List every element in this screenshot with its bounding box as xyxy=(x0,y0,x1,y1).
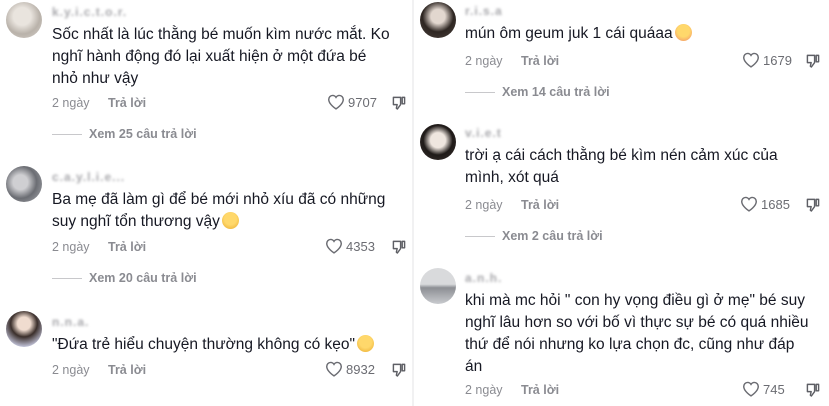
view-replies-button[interactable]: Xem 20 câu trả lời xyxy=(52,271,197,285)
like-button[interactable]: 4353 xyxy=(325,238,375,254)
like-button[interactable]: 745 xyxy=(742,381,785,397)
comment-line: "Đứa trẻ hiểu chuyện thường không có kẹo… xyxy=(52,334,375,356)
username[interactable]: a.n.h. xyxy=(465,271,502,285)
comment-text: Ba mẹ đã làm gì để bé mới nhỏ xíu đã có … xyxy=(52,189,385,233)
dislike-icon[interactable] xyxy=(391,362,407,378)
user-avatar[interactable] xyxy=(6,166,42,202)
comment-line: khi mà mc hỏi " con hy vọng điều gì ở mẹ… xyxy=(465,292,805,309)
view-replies-label: Xem 14 câu trả lời xyxy=(502,85,610,99)
user-avatar[interactable] xyxy=(6,2,42,38)
smiling-face-with-hearts-icon xyxy=(674,24,692,41)
comment-text: Sốc nhất là lúc thằng bé muốn kìm nước m… xyxy=(52,24,390,90)
heart-icon xyxy=(740,196,758,212)
comment-time: 2 ngày xyxy=(465,383,503,397)
like-button[interactable]: 1679 xyxy=(742,52,792,68)
heart-icon xyxy=(742,52,760,68)
divider-line xyxy=(52,277,82,279)
comment-time: 2 ngày xyxy=(465,54,503,68)
comment-line: Sốc nhất là lúc thằng bé muốn kìm nước m… xyxy=(52,26,390,43)
username[interactable]: c.a.y.l.i.e... xyxy=(52,170,125,184)
comment-text: mún ôm geum juk 1 cái quáaa xyxy=(465,23,692,45)
comment-line: thứ để nói nhưng ko lựa chọn đc, cũng nh… xyxy=(465,336,795,353)
comment-line: Ba mẹ đã làm gì để bé mới nhỏ xíu đã có … xyxy=(52,191,386,208)
comment-line: án xyxy=(465,358,483,375)
reply-button[interactable]: Trả lời xyxy=(521,383,559,397)
comment-text: "Đứa trẻ hiểu chuyện thường không có kẹo… xyxy=(52,334,375,356)
comment-line: nghĩ lâu hơn so với bố vì thực sự bé có … xyxy=(465,314,809,331)
divider-line xyxy=(465,235,495,237)
heart-icon xyxy=(325,238,343,254)
reply-button[interactable]: Trả lời xyxy=(108,96,146,110)
comment-time: 2 ngày xyxy=(52,240,90,254)
like-count: 8932 xyxy=(346,361,375,377)
username[interactable]: k.y.i.c.t.o.r. xyxy=(52,5,127,19)
comment-line: trời ạ cái cách thằng bé kìm nén cảm xúc… xyxy=(465,147,778,164)
like-button[interactable]: 8932 xyxy=(325,361,375,377)
like-count: 4353 xyxy=(346,238,375,254)
reply-button[interactable]: Trả lời xyxy=(521,198,559,212)
like-count: 1685 xyxy=(761,196,790,212)
heart-icon xyxy=(325,361,343,377)
pleading-face-icon xyxy=(221,212,239,229)
divider-line xyxy=(465,91,495,93)
dislike-icon[interactable] xyxy=(805,382,821,398)
dislike-icon[interactable] xyxy=(391,95,407,111)
comment-column-right: r.i.s.a mún ôm geum juk 1 cái quáaa 2 ng… xyxy=(413,0,829,406)
comment-line: mình, xót quá xyxy=(465,169,559,186)
view-replies-label: Xem 25 câu trả lời xyxy=(89,127,197,141)
heart-icon xyxy=(327,94,345,110)
like-count: 9707 xyxy=(348,94,377,110)
username[interactable]: n.n.a. xyxy=(52,315,89,329)
dislike-icon[interactable] xyxy=(805,197,821,213)
comment-line: suy nghĩ tổn thương vậy xyxy=(52,211,385,233)
comment-line: nghĩ hành động đó lại xuất hiện ở một đứ… xyxy=(52,48,367,65)
divider-line xyxy=(52,133,82,135)
username[interactable]: v.i.e.t xyxy=(465,126,502,140)
comment-text: khi mà mc hỏi " con hy vọng điều gì ở mẹ… xyxy=(465,290,809,378)
view-replies-label: Xem 2 câu trả lời xyxy=(502,229,603,243)
comment-line: nhỏ như vậy xyxy=(52,70,139,87)
view-replies-button[interactable]: Xem 2 câu trả lời xyxy=(465,229,603,243)
comment-line: mún ôm geum juk 1 cái quáaa xyxy=(465,23,692,45)
user-avatar[interactable] xyxy=(420,2,456,38)
pleading-face-icon xyxy=(357,335,375,352)
view-replies-label: Xem 20 câu trả lời xyxy=(89,271,197,285)
like-button[interactable]: 1685 xyxy=(740,196,790,212)
comment-time: 2 ngày xyxy=(52,96,90,110)
dislike-icon[interactable] xyxy=(391,239,407,255)
heart-icon xyxy=(742,381,760,397)
reply-button[interactable]: Trả lời xyxy=(521,54,559,68)
like-count: 745 xyxy=(763,381,785,397)
comment-column-left: k.y.i.c.t.o.r. Sốc nhất là lúc thằng bé … xyxy=(0,0,413,406)
like-button[interactable]: 9707 xyxy=(327,94,377,110)
view-replies-button[interactable]: Xem 14 câu trả lời xyxy=(465,85,610,99)
username[interactable]: r.i.s.a xyxy=(465,4,503,18)
comment-text: trời ạ cái cách thằng bé kìm nén cảm xúc… xyxy=(465,145,778,189)
reply-button[interactable]: Trả lời xyxy=(108,240,146,254)
user-avatar[interactable] xyxy=(420,124,456,160)
like-count: 1679 xyxy=(763,52,792,68)
view-replies-button[interactable]: Xem 25 câu trả lời xyxy=(52,127,197,141)
reply-button[interactable]: Trả lời xyxy=(108,363,146,377)
comment-time: 2 ngày xyxy=(52,363,90,377)
user-avatar[interactable] xyxy=(420,268,456,304)
user-avatar[interactable] xyxy=(6,311,42,347)
comment-time: 2 ngày xyxy=(465,198,503,212)
dislike-icon[interactable] xyxy=(805,53,821,69)
